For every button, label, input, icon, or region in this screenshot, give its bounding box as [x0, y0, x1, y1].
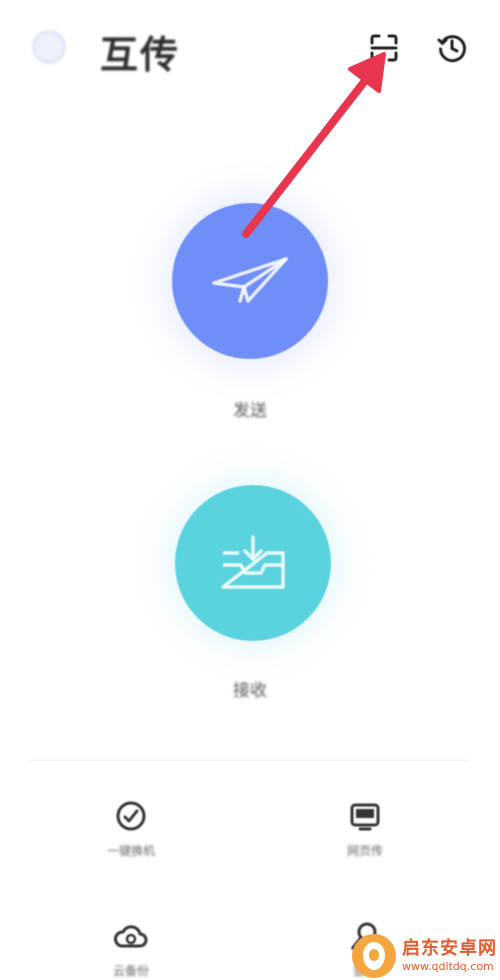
inbox-download-icon	[221, 535, 285, 589]
page-title: 互传	[100, 33, 181, 77]
receive-button[interactable]	[175, 485, 331, 641]
receive-label: 接收	[233, 681, 267, 701]
history-button[interactable]	[432, 28, 472, 68]
web-transfer-icon	[350, 803, 380, 831]
scan-icon	[370, 34, 398, 62]
history-icon	[437, 35, 466, 63]
app-header: 互传	[0, 0, 500, 100]
scan-button[interactable]	[364, 28, 404, 68]
mutual-transfer-screen: 互传 发送 接收 一键换机 网页传 云备份 启东安卓网 www.qdltdq.c…	[0, 0, 500, 980]
send-label: 发送	[233, 401, 267, 421]
avatar[interactable]	[32, 30, 66, 64]
watermark-logo-icon	[352, 934, 396, 978]
tool-label: 一键换机	[106, 844, 155, 858]
tool-cloud-backup[interactable]: 云备份	[76, 916, 186, 979]
phone-switch-icon	[116, 801, 146, 831]
tool-phone-switch[interactable]: 一键换机	[76, 796, 186, 859]
tool-label: 网页传	[346, 844, 383, 858]
watermark-name: 启东安卓网	[402, 938, 497, 959]
paper-plane-icon	[212, 257, 288, 303]
send-button[interactable]	[172, 203, 328, 359]
cloud-backup-icon	[114, 925, 148, 948]
tool-web-transfer[interactable]: 网页传	[310, 796, 420, 859]
divider	[30, 760, 470, 761]
watermark: 启东安卓网 www.qdltdq.com	[352, 932, 500, 980]
watermark-url: www.qdltdq.com	[402, 960, 494, 973]
tool-label: 云备份	[112, 964, 149, 978]
